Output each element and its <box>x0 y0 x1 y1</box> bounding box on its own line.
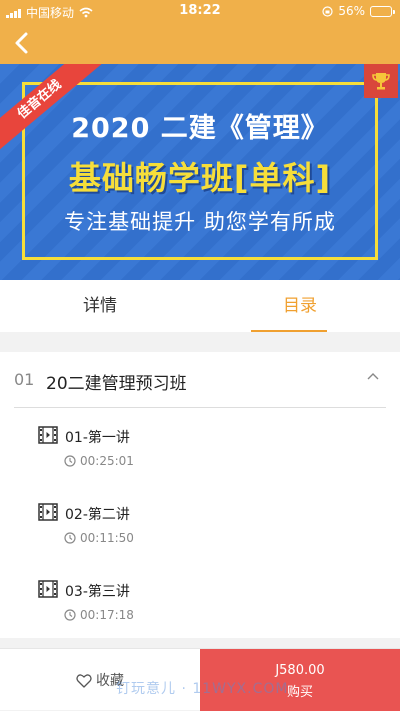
section-divider <box>14 407 386 408</box>
chevron-left-icon <box>15 32 28 54</box>
section-title: 20二建管理预习班 <box>46 374 187 394</box>
catalog-list: 01 20二建管理预习班 01-第一讲 00:25:01 02-第二讲 00:1… <box>0 352 400 638</box>
tab-bar: 详情 目录 <box>0 280 400 332</box>
lesson-name: 03-第三讲 <box>65 584 130 600</box>
course-banner: 佳音在线 2020 二建《管理》 基础畅学班[单科] 专注基础提升 助您学有所成 <box>0 64 400 280</box>
watermark: 钉玩意儿 · 11WYX.COM <box>116 681 289 697</box>
lesson-name: 02-第二讲 <box>65 507 130 523</box>
chevron-up-icon[interactable] <box>366 370 380 384</box>
video-icon <box>38 580 58 598</box>
lesson-duration: 00:25:01 <box>80 454 134 468</box>
tab-active-indicator <box>251 330 327 332</box>
lesson-item[interactable]: 02-第二讲 00:11:50 <box>38 503 358 563</box>
lesson-duration: 00:11:50 <box>80 531 134 545</box>
banner-course-name: 基础畅学班[单科] <box>68 159 332 197</box>
nav-bar <box>0 22 400 64</box>
video-icon <box>38 503 58 521</box>
trophy-icon <box>364 64 398 98</box>
heart-icon <box>76 673 92 688</box>
lesson-duration: 00:17:18 <box>80 608 134 622</box>
tab-catalog[interactable]: 目录 <box>200 280 400 332</box>
clock-icon <box>64 455 76 467</box>
video-icon <box>38 426 58 444</box>
clock-icon <box>64 609 76 621</box>
tab-details[interactable]: 详情 <box>0 280 200 332</box>
status-right: 56% <box>322 4 395 18</box>
battery-icon <box>370 5 395 17</box>
section-header[interactable]: 01 20二建管理预习班 <box>0 352 400 408</box>
back-button[interactable] <box>8 28 38 58</box>
banner-slogan: 专注基础提升 助您学有所成 <box>64 210 336 234</box>
orientation-lock-icon <box>322 5 333 17</box>
lesson-name: 01-第一讲 <box>65 430 130 446</box>
status-bar: 中国移动 18:22 56% <box>0 0 400 22</box>
section-number: 01 <box>14 370 35 389</box>
price-label: J580.00 <box>275 663 325 678</box>
lesson-item[interactable]: 01-第一讲 00:25:01 <box>38 426 358 486</box>
lesson-item[interactable]: 03-第三讲 00:17:18 <box>38 580 358 640</box>
banner-title: 2020 二建《管理》 <box>71 113 329 144</box>
battery-percent: 56% <box>338 4 365 18</box>
clock-icon <box>64 532 76 544</box>
